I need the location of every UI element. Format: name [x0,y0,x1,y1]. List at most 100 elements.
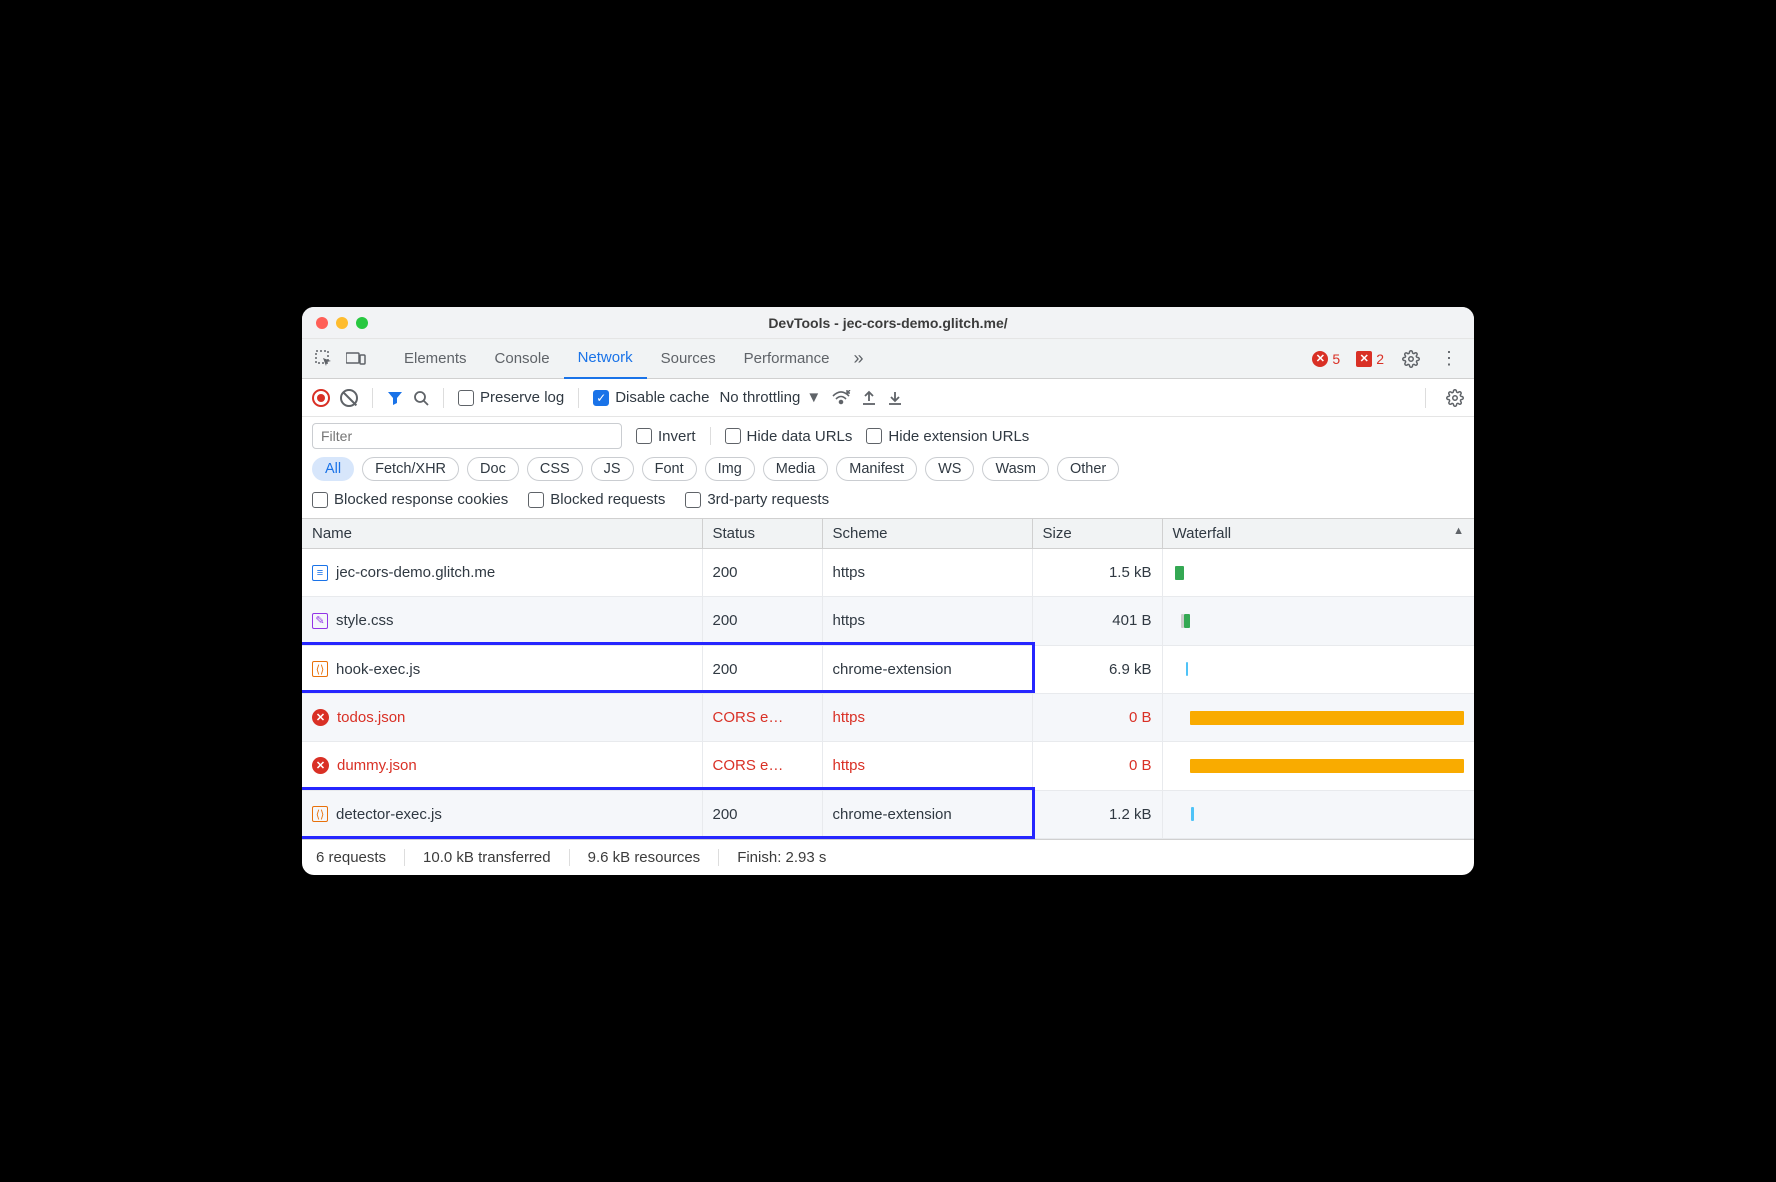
chip-manifest[interactable]: Manifest [836,457,917,481]
request-waterfall [1162,549,1474,597]
chip-doc[interactable]: Doc [467,457,519,481]
chip-all[interactable]: All [312,457,354,481]
request-size: 0 B [1032,693,1162,741]
table-header-row: Name Status Scheme Size Waterfall▲ [302,519,1474,549]
request-size: 1.2 kB [1032,790,1162,838]
request-waterfall [1162,790,1474,838]
tab-network[interactable]: Network [564,339,647,379]
checkbox-checked-icon: ✓ [593,390,609,406]
status-requests: 6 requests [316,849,405,866]
request-waterfall [1162,693,1474,741]
error-count: 5 [1332,351,1340,367]
request-name: detector-exec.js [336,806,442,823]
issue-count: 2 [1376,351,1384,367]
issue-count-badge[interactable]: ✕ 2 [1350,351,1390,367]
table-row[interactable]: ⟨⟩ detector-exec.js 200chrome-extension1.2… [302,790,1474,838]
more-menu-icon[interactable]: ⋮ [1432,348,1466,369]
hide-ext-label: Hide extension URLs [888,428,1029,445]
table-row[interactable]: ≡jec-cors-demo.glitch.me200https1.5 kB [302,549,1474,597]
request-size: 1.5 kB [1032,549,1162,597]
checkbox-icon [312,492,328,508]
table-row[interactable]: ✎style.css200https401 B [302,597,1474,645]
error-count-badge[interactable]: ✕ 5 [1306,351,1346,367]
resource-type-chips: All Fetch/XHR Doc CSS JS Font Img Media Manifest… [302,449,1474,485]
more-tabs-icon[interactable]: » [848,348,870,369]
export-har-icon[interactable] [861,390,877,406]
chip-other[interactable]: Other [1057,457,1119,481]
hide-extension-urls-checkbox[interactable]: Hide extension URLs [866,428,1029,445]
blocked-requests-label: Blocked requests [550,491,665,508]
filter-input[interactable] [312,423,622,449]
request-size: 401 B [1032,597,1162,645]
network-toolbar: Preserve log ✓ Disable cache No throttli… [302,379,1474,417]
network-settings-icon[interactable] [1446,389,1464,407]
extra-filters-row: Blocked response cookies Blocked request… [302,485,1474,519]
chip-img[interactable]: Img [705,457,755,481]
blocked-cookies-checkbox[interactable]: Blocked response cookies [312,491,508,508]
request-name: todos.json [337,709,405,726]
request-waterfall [1162,645,1474,693]
preserve-log-checkbox[interactable]: Preserve log [458,389,564,406]
import-har-icon[interactable] [887,390,903,406]
chip-media[interactable]: Media [763,457,829,481]
column-status[interactable]: Status [702,519,822,549]
column-scheme[interactable]: Scheme [822,519,1032,549]
issue-icon: ✕ [1356,351,1372,367]
devtools-tabstrip: ElementsConsoleNetworkSourcesPerformance… [302,339,1474,379]
tab-performance[interactable]: Performance [730,339,844,379]
throttling-dropdown[interactable]: No throttling ▼ [719,389,821,406]
third-party-label: 3rd-party requests [707,491,829,508]
disable-cache-label: Disable cache [615,389,709,406]
settings-icon[interactable] [1394,350,1428,368]
chip-css[interactable]: CSS [527,457,583,481]
status-transferred: 10.0 kB transferred [405,849,570,866]
sort-arrow-icon: ▲ [1453,525,1464,537]
file-js-icon: ⟨⟩ [312,661,328,677]
request-waterfall [1162,742,1474,790]
checkbox-icon [528,492,544,508]
request-size: 6.9 kB [1032,645,1162,693]
tab-elements[interactable]: Elements [390,339,481,379]
blocked-requests-checkbox[interactable]: Blocked requests [528,491,665,508]
tab-console[interactable]: Console [481,339,564,379]
clear-button[interactable] [340,389,358,407]
chip-fetchxhr[interactable]: Fetch/XHR [362,457,459,481]
request-status: 200 [702,790,822,838]
request-name: style.css [336,612,394,629]
chip-ws[interactable]: WS [925,457,974,481]
column-waterfall[interactable]: Waterfall▲ [1162,519,1474,549]
file-css-icon: ✎ [312,613,328,629]
preserve-log-label: Preserve log [480,389,564,406]
titlebar: DevTools - jec-cors-demo.glitch.me/ [302,307,1474,339]
request-scheme: chrome-extension [822,645,1032,693]
tab-sources[interactable]: Sources [647,339,730,379]
request-scheme: chrome-extension [822,790,1032,838]
file-js-icon: ⟨⟩ [312,806,328,822]
table-row[interactable]: ⟨⟩hook-exec.js200chrome-extension6.9 kB [302,645,1474,693]
invert-checkbox[interactable]: Invert [636,428,696,445]
search-icon[interactable] [413,390,429,406]
checkbox-icon [725,428,741,444]
request-scheme: https [822,549,1032,597]
table-row[interactable]: ✕dummy.jsonCORS e…https0 B [302,742,1474,790]
chip-font[interactable]: Font [642,457,697,481]
network-conditions-icon[interactable] [831,390,851,406]
devtools-window: DevTools - jec-cors-demo.glitch.me/ Elem… [302,307,1474,875]
disable-cache-checkbox[interactable]: ✓ Disable cache [593,389,709,406]
invert-label: Invert [658,428,696,445]
chip-wasm[interactable]: Wasm [982,457,1049,481]
column-name[interactable]: Name [302,519,702,549]
inspect-element-icon[interactable] [310,350,338,368]
request-waterfall [1162,597,1474,645]
record-button[interactable] [312,389,330,407]
table-row[interactable]: ✕todos.jsonCORS e…https0 B [302,693,1474,741]
column-size[interactable]: Size [1032,519,1162,549]
device-toolbar-icon[interactable] [342,351,370,367]
request-scheme: https [822,742,1032,790]
chip-js[interactable]: JS [591,457,634,481]
file-doc-icon: ≡ [312,565,328,581]
hide-data-urls-checkbox[interactable]: Hide data URLs [725,428,853,445]
filter-toggle-icon[interactable] [387,390,403,406]
third-party-checkbox[interactable]: 3rd-party requests [685,491,829,508]
file-err-icon: ✕ [312,757,329,774]
